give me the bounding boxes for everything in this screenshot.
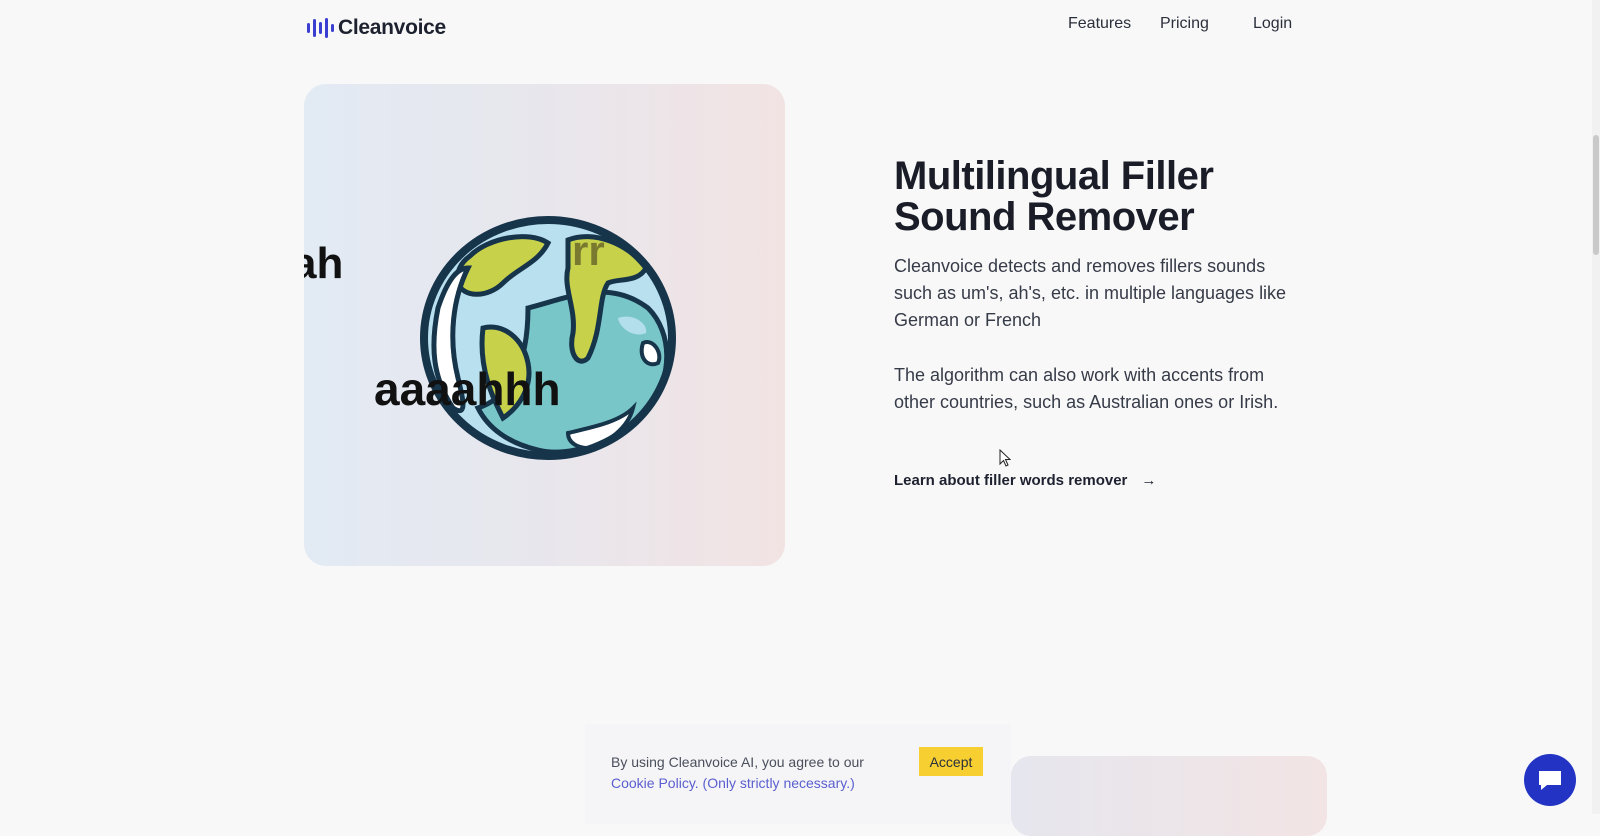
globe-illustration [420, 216, 676, 460]
filler-word-rr: rr [572, 227, 605, 274]
next-section-card [1011, 756, 1327, 836]
cookie-policy-link[interactable]: Cookie Policy. (Only strictly necessary.… [611, 775, 855, 791]
cookie-message: By using Cleanvoice AI, you agree to our [611, 754, 864, 770]
scrollbar-thumb[interactable] [1593, 135, 1599, 255]
cookie-text: By using Cleanvoice AI, you agree to our… [611, 752, 911, 794]
learn-filler-words-link[interactable]: Learn about filler words remover → [894, 472, 1156, 489]
hero-illustration-card: ah rr aaaahhh [304, 84, 785, 566]
chat-widget-button[interactable] [1524, 754, 1576, 806]
mouse-cursor-icon [999, 449, 1011, 467]
cookie-banner: By using Cleanvoice AI, you agree to our… [585, 724, 1011, 824]
logo-waveform-icon [307, 18, 334, 38]
chat-bubble-icon [1539, 771, 1561, 790]
scrollbar[interactable] [1592, 0, 1600, 814]
section-paragraph-2: The algorithm can also work with accents… [894, 365, 1279, 412]
section-paragraph-1: Cleanvoice detects and removes fillers s… [894, 256, 1287, 330]
filler-word-aaaahhh: aaaahhh [374, 363, 561, 415]
filler-word-ah: ah [304, 239, 344, 288]
section-headline: Multilingual Filler Sound Remover [894, 154, 1214, 239]
nav-login[interactable]: Login [1253, 15, 1292, 33]
learn-link-label: Learn about filler words remover [894, 472, 1128, 489]
logo-text: Cleanvoice [338, 16, 446, 39]
nav-pricing[interactable]: Pricing [1160, 15, 1209, 33]
arrow-right-icon: → [1141, 472, 1157, 489]
logo[interactable]: Cleanvoice [307, 15, 446, 41]
nav-features[interactable]: Features [1068, 15, 1131, 33]
accept-cookies-button[interactable]: Accept [919, 747, 983, 776]
